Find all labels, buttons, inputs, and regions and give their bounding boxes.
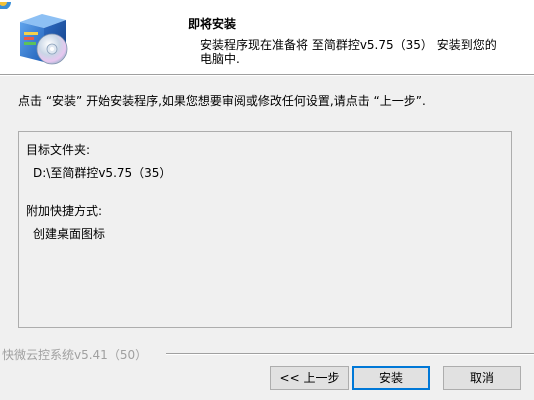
page-description-line-1: 安装程序现在准备将 至简群控v5.75（35） 安装到您的	[200, 38, 497, 52]
destination-folder-value: D:\至简群控v5.75（35）	[33, 166, 172, 180]
page-description-line-2: 电脑中.	[200, 52, 240, 66]
header-divider	[0, 74, 534, 76]
ready-summary-memo[interactable]: 目标文件夹: D:\至简群控v5.75（35） 附加快捷方式: 创建桌面图标	[18, 131, 512, 328]
wizard-header: 即将安装 安装程序现在准备将 至简群控v5.75（35） 安装到您的 电脑中.	[0, 0, 534, 74]
additional-shortcuts-label: 附加快捷方式:	[26, 204, 103, 218]
install-button[interactable]: 安装	[352, 366, 430, 390]
footer-brand-text: 快微云控系统v5.41（50）	[2, 348, 148, 362]
page-title: 即将安装	[188, 17, 237, 31]
cancel-button[interactable]: 取消	[443, 366, 521, 390]
instructions-text: 点击 “安装” 开始安装程序,如果您想要审阅或修改任何设置,请点击 “上一步”.	[18, 94, 426, 108]
desktop-shortcut-value: 创建桌面图标	[33, 227, 106, 241]
destination-folder-label: 目标文件夹:	[26, 143, 91, 157]
app-icon	[0, 0, 12, 9]
back-button[interactable]: << 上一步	[270, 366, 349, 390]
footer-divider	[166, 353, 534, 355]
installer-box-cd-icon	[14, 6, 74, 66]
